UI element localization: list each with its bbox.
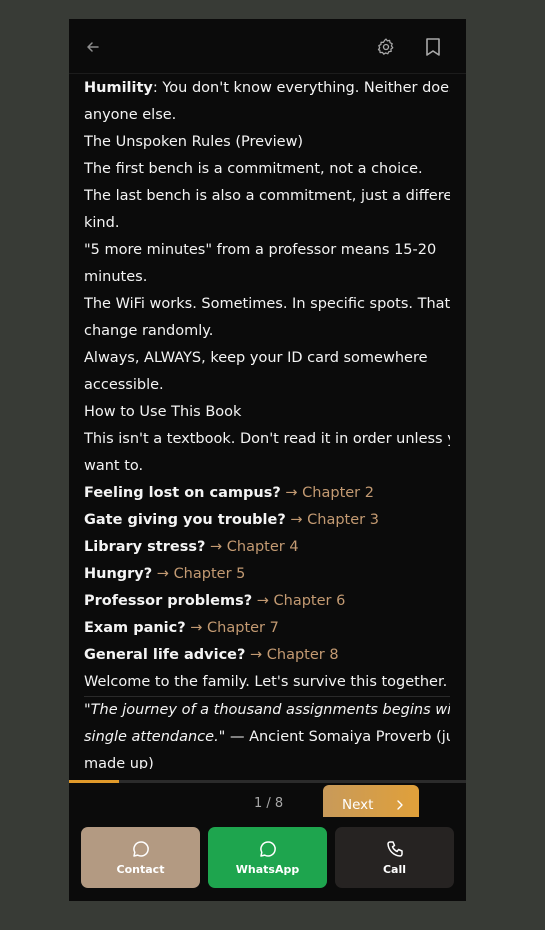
guide-item[interactable]: Gate giving you trouble? → Chapter 3 (84, 507, 450, 534)
howto-line-1: This isn't a textbook. Don't read it in … (84, 431, 450, 447)
rule-1: The first bench is a commitment, not a c… (84, 161, 423, 177)
arrow-right-icon: → (252, 593, 274, 609)
arrow-left-icon (87, 42, 99, 52)
guide-question: Library stress? (84, 539, 206, 555)
quote-line-1: "The journey of a thousand assignments b… (84, 697, 450, 724)
chapter-link[interactable]: Chapter 3 (307, 512, 379, 528)
arrow-right-icon: → (152, 566, 174, 582)
guide-question: Hungry? (84, 566, 153, 582)
phone-icon (386, 841, 403, 857)
rule-3-line-2: minutes. (84, 269, 148, 285)
reading-progress-bar (69, 780, 466, 783)
call-button[interactable]: Call (335, 827, 454, 888)
reading-progress-fill (69, 780, 119, 783)
bookmark-button[interactable] (421, 35, 445, 59)
quote-text-end: single attendance." (84, 729, 226, 745)
contact-label: Contact (116, 863, 165, 876)
next-label: Next (342, 797, 374, 813)
guide-question: Professor problems? (84, 593, 253, 609)
rule-2-line-1: The last bench is also a commitment, jus… (84, 188, 450, 204)
quote-text: "The journey of a thousand assignments b… (84, 702, 450, 718)
guide-item[interactable]: Library stress? → Chapter 4 (84, 534, 450, 561)
arrow-right-icon: → (280, 485, 303, 501)
chapter-link[interactable]: Chapter 5 (174, 566, 246, 582)
rules-heading: The Unspoken Rules (Preview) (84, 134, 304, 150)
contact-button[interactable]: Contact (81, 827, 200, 888)
humility-label: Humility (84, 80, 153, 96)
quote-line-2: single attendance." — Ancient Somaiya Pr… (84, 724, 450, 751)
chapter-content[interactable]: Humility: You don't know everything. Nei… (84, 75, 450, 769)
settings-button[interactable] (374, 35, 398, 59)
rule-2-line-2: kind. (84, 215, 120, 231)
arrow-right-icon: → (245, 647, 267, 663)
bookmark-icon (426, 38, 440, 56)
contact-action-bar: Contact WhatsApp Call (69, 817, 466, 901)
guide-item[interactable]: Hungry? → Chapter 5 (84, 561, 450, 588)
chapter-link[interactable]: Chapter 4 (227, 539, 299, 555)
arrow-right-icon: → (285, 512, 308, 528)
quote-line-3: made up) (84, 756, 154, 769)
whatsapp-icon (259, 841, 276, 857)
reader-screen: Humility: You don't know everything. Nei… (69, 19, 466, 901)
chat-bubble-icon (132, 841, 149, 857)
welcome-line: Welcome to the family. Let's survive thi… (84, 674, 448, 690)
guide-item[interactable]: General life advice? → Chapter 8 (84, 642, 450, 669)
chapter-link[interactable]: Chapter 6 (274, 593, 346, 609)
guide-question: General life advice? (84, 647, 246, 663)
rule-5-line-1: Always, ALWAYS, keep your ID card somewh… (84, 350, 428, 366)
guide-item[interactable]: Exam panic? → Chapter 7 (84, 615, 450, 642)
call-label: Call (382, 863, 407, 876)
chapter-link[interactable]: Chapter 7 (207, 620, 279, 636)
rule-3-line-1: "5 more minutes" from a professor means … (84, 242, 437, 258)
howto-heading: How to Use This Book (84, 404, 242, 420)
back-button[interactable] (81, 35, 105, 59)
chapter-link[interactable]: Chapter 8 (267, 647, 339, 663)
humility-line-2: anyone else. (84, 107, 177, 123)
chevron-right-icon (395, 799, 405, 811)
guide-question: Feeling lost on campus? (84, 485, 281, 501)
arrow-right-icon: → (205, 539, 227, 555)
whatsapp-label: WhatsApp (235, 863, 300, 876)
guide-question: Gate giving you trouble? (84, 512, 286, 528)
howto-line-2: want to. (84, 458, 144, 474)
rule-4-line-1: The WiFi works. Sometimes. In specific s… (84, 296, 450, 312)
top-bar (69, 19, 466, 74)
rule-5-line-2: accessible. (84, 377, 164, 393)
humility-text: : You don't know everything. Neither doe… (152, 80, 450, 96)
rule-4-line-2: change randomly. (84, 323, 214, 339)
guide-question: Exam panic? (84, 620, 186, 636)
gear-icon (377, 38, 394, 55)
chapter-link[interactable]: Chapter 2 (302, 485, 374, 501)
guide-item[interactable]: Professor problems? → Chapter 6 (84, 588, 450, 615)
arrow-right-icon: → (185, 620, 208, 636)
quote-attribution: — Ancient Somaiya Proverb (just (225, 729, 450, 745)
page-indicator: 1 / 8 (254, 796, 284, 811)
humility-line-1: Humility: You don't know everything. Nei… (84, 75, 450, 102)
whatsapp-button[interactable]: WhatsApp (208, 827, 327, 888)
guide-item[interactable]: Feeling lost on campus? → Chapter 2 (84, 480, 450, 507)
